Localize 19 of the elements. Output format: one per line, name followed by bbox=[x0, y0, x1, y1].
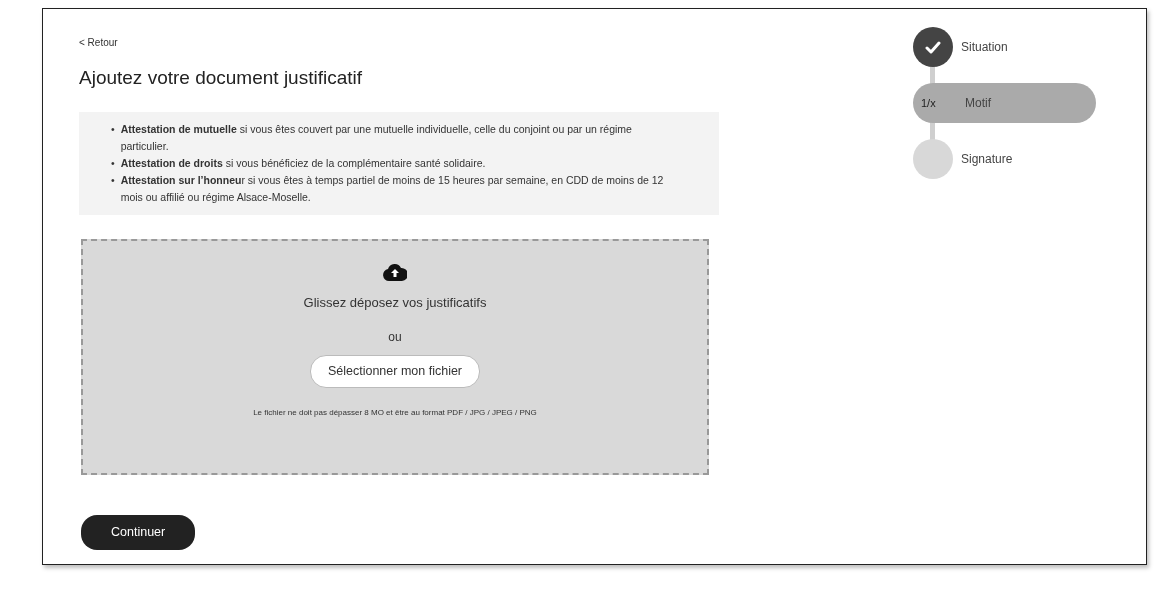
bullet-mark: • bbox=[111, 155, 115, 171]
info-item: Attestation de mutuelle si vous êtes couvert par une mutuelle individuelle, celle du conjoint ou par un régime particulier. bbox=[120, 121, 633, 154]
info-item: Attestation de droits si vous bénéficiez de la complémentaire santé solidaire. bbox=[120, 155, 486, 171]
page-title: Ajoutez votre document justificatif bbox=[79, 67, 364, 90]
bullet-mark: • bbox=[111, 121, 115, 137]
select-file-button[interactable]: Sélectionner mon fichier bbox=[309, 355, 481, 389]
file-format-note: Le fichier ne doit pas dépasser 8 MO et être au format PDF / JPG / JPEG / PNG bbox=[253, 407, 537, 420]
step-counter: 1/x bbox=[921, 95, 937, 111]
cloud-upload-icon bbox=[383, 262, 407, 281]
step-label: Motif bbox=[965, 95, 991, 112]
back-link[interactable]: < Retour bbox=[79, 37, 118, 48]
bullet-mark: • bbox=[111, 172, 115, 188]
separator-text: ou bbox=[388, 329, 402, 347]
step-label: Situation bbox=[961, 39, 1008, 56]
info-item: Attestation sur l’honneur si vous êtes à temps partiel de moins de 15 heures par semaine, en CDD de moins de 12 mois ou affilié ou régime Alsace-Moselle. bbox=[120, 172, 665, 205]
step-label: Signature bbox=[961, 151, 1013, 168]
continue-button[interactable]: Continuer bbox=[81, 514, 196, 550]
dropzone[interactable]: Glissez déposez vos justificatifs ou Sélectionner mon fichier Le fichier ne doit pas dépasser 8 MO et être au format PDF / JPG / JPEG / PNG bbox=[81, 238, 709, 475]
dropzone-instruction: Glissez déposez vos justificatifs bbox=[303, 293, 487, 312]
